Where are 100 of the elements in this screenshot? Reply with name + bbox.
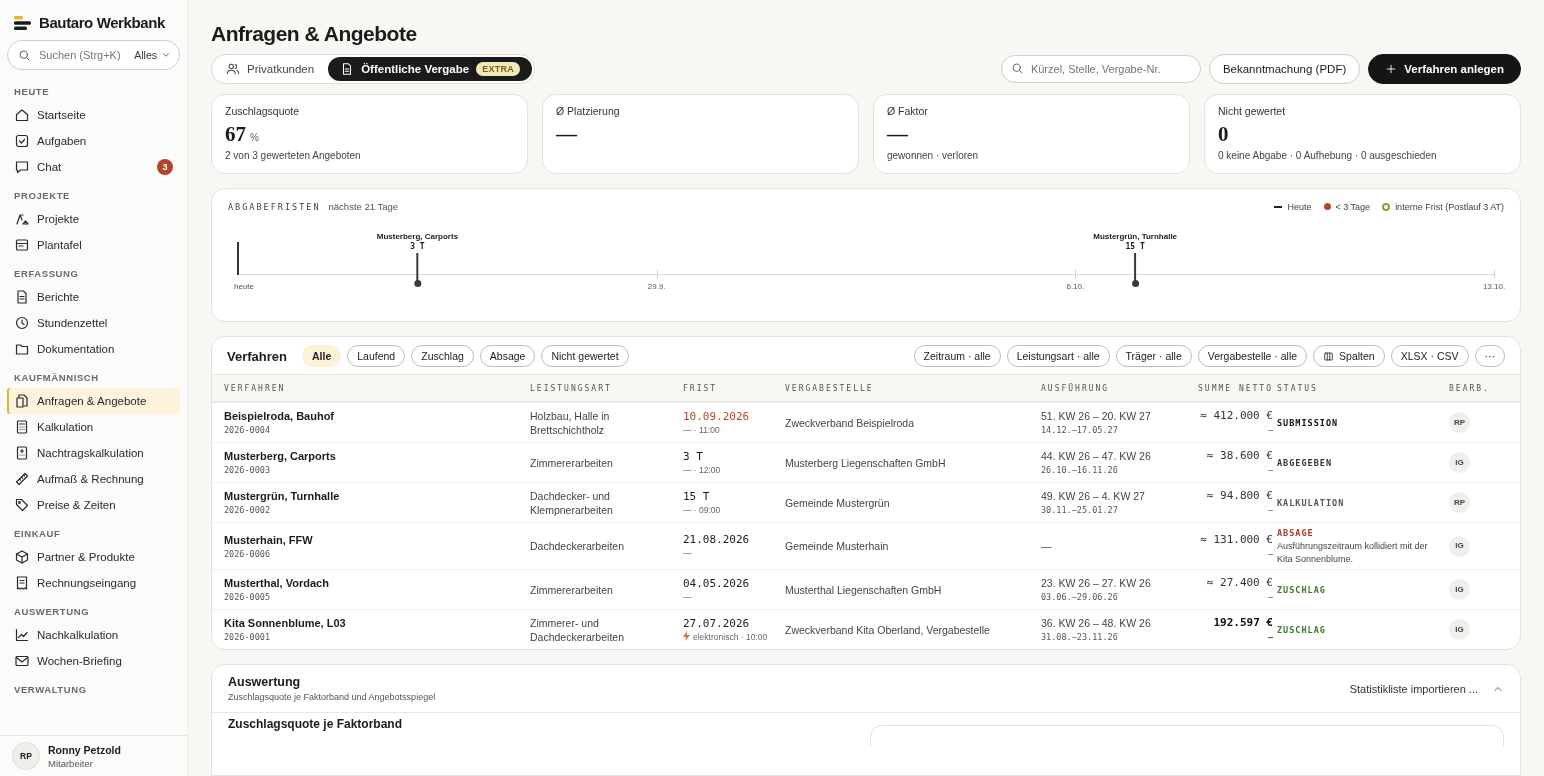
deadline-time: — [683, 590, 692, 603]
extra-badge: EXTRA [476, 62, 521, 76]
toolbar-chip[interactable]: Leistungsart · alle [1006, 345, 1110, 367]
deadline-date: 15 T [683, 489, 711, 504]
toolbar-chip[interactable]: Zeitraum · alle [913, 345, 1001, 367]
clock-icon [14, 315, 30, 331]
nav-item[interactable]: Plantafel [7, 232, 180, 258]
nav-item[interactable]: Nachkalkulation [7, 622, 180, 648]
filter-chip[interactable]: Nicht gewertet [541, 345, 629, 367]
net-sum-note: — [1266, 464, 1273, 476]
execution-weeks: 44. KW 26 – 47. KW 26 [1041, 449, 1152, 463]
service-type: Holzbau, Halle in Brettschichtholz [530, 408, 611, 437]
filter-chip[interactable]: Laufend [347, 345, 406, 367]
deadline-time: — · 09:00 [683, 503, 721, 516]
nav-item[interactable]: Wochen-Briefing [7, 648, 180, 674]
today-line [237, 242, 239, 275]
nav-item[interactable]: Berichte [7, 284, 180, 310]
column-header: VERGABESTELLE [785, 383, 875, 393]
procedure-code: 2026-0006 [224, 547, 272, 560]
notice-pdf-button[interactable]: Bekanntmachung (PDF) [1208, 54, 1361, 84]
axis-label: heute [234, 282, 255, 291]
awarding-authority: Gemeinde Musterhain [785, 539, 890, 553]
status-label: SUBMISSION [1277, 416, 1340, 430]
nav-item[interactable]: Stundenzettel [7, 310, 180, 336]
kpi-label: Zuschlagsquote [225, 105, 301, 117]
sidebar-search-field[interactable]: Suchen (Strg+K) Alles [7, 40, 180, 70]
net-sum-note: — [1266, 424, 1273, 436]
column-header: FRIST [683, 383, 719, 393]
procedure-name: Beispielroda, Bauhof [224, 409, 336, 423]
execution-weeks: 49. KW 26 – 4. KW 27 [1041, 489, 1146, 503]
nav-item[interactable]: Nachtragskalkulation [7, 440, 180, 466]
nav-item[interactable]: Aufmaß & Rechnung [7, 466, 180, 492]
toolbar-chip[interactable]: Träger · alle [1115, 345, 1192, 367]
search-field[interactable]: Kürzel, Stelle, Vergabe-Nr. [1000, 55, 1201, 83]
envelope-icon [14, 653, 30, 669]
columns-icon [1323, 350, 1335, 362]
scope-dropdown[interactable]: Alles [134, 49, 171, 61]
column-header: VERFAHREN [224, 383, 287, 393]
axis-label: 29.9. [647, 282, 666, 291]
user-avatar[interactable]: RP [12, 742, 40, 770]
editor-avatar: IG [1449, 535, 1470, 557]
nav-item[interactable]: Kalkulation [7, 414, 180, 440]
service-type: Dachdeckerarbeiten [530, 539, 625, 553]
service-type: Dachdecker- und Klempnerarbeiten [530, 488, 614, 517]
nav-item[interactable]: Startseite [7, 102, 180, 128]
legend-item: interne Frist (Postlauf 3 AT) [1382, 201, 1504, 212]
toolbar-chip[interactable]: ··· [1474, 345, 1505, 367]
procedure-name: Mustergrün, Turnhalle [224, 489, 341, 503]
procedure-code: 2026-0001 [224, 631, 272, 643]
procedure-name: Kita Sonnenblume, L03 [224, 616, 347, 630]
nav-item[interactable]: Chat 3 [7, 154, 180, 180]
deadline-date: 04.05.2026 [683, 576, 751, 591]
deadline-time: — · 11:00 [683, 423, 720, 436]
net-sum-note: — [1266, 504, 1273, 516]
nav-section-label: HEUTE [13, 85, 51, 99]
columns-button[interactable]: Spalten [1313, 345, 1385, 367]
toolbar-chip[interactable]: XLSX · CSV [1390, 345, 1469, 367]
filter-chip[interactable]: Absage [479, 345, 536, 367]
legend-item: < 3 Tage [1323, 201, 1371, 212]
brand-name: Bautaro Werkbank [39, 14, 165, 31]
procedure-code: 2026-0004 [224, 424, 272, 436]
nav-section-label: EINKAUF [13, 527, 62, 541]
line-chart-icon [14, 627, 30, 643]
nav-item[interactable]: Preise & Zeiten [7, 492, 180, 518]
nav-section-label: ERFASSUNG [13, 267, 80, 281]
filter-chip[interactable]: Zuschlag [411, 345, 474, 367]
kpi-caption: 2 von 3 gewerteten Angeboten [225, 150, 362, 161]
nav-item[interactable]: Partner & Produkte [7, 544, 180, 570]
create-procedure-button[interactable]: Verfahren anlegen [1368, 54, 1521, 84]
nav-item[interactable]: Aufgaben [7, 128, 180, 154]
tab[interactable]: Öffentliche Vergabe EXTRA [328, 57, 533, 81]
timeline-subtitle: nächste 21 Tage [328, 201, 399, 212]
filter-chip[interactable]: Alle [302, 345, 342, 367]
chevron-down-icon [161, 50, 171, 60]
kpi-caption: 0 keine Abgabe · 0 Aufhebung · 0 ausgeschieden [1218, 150, 1438, 161]
ruler-icon [14, 471, 30, 487]
nav-section-label: VERWALTUNG [13, 683, 88, 697]
column-header: STATUS [1277, 383, 1319, 393]
procedure-code: 2026-0005 [224, 591, 272, 603]
awarding-authority: Musterberg Liegenschaften GmbH [785, 455, 947, 470]
nav-item[interactable]: Projekte [7, 206, 180, 232]
nav-item[interactable]: Anfragen & Angebote [7, 388, 180, 414]
search-icon [18, 48, 31, 62]
execution-weeks: 51. KW 26 – 20. KW 27 [1041, 409, 1152, 423]
import-statistics-link[interactable]: Statistikliste importieren ... [1349, 682, 1478, 695]
service-type: Zimmererarbeiten [530, 582, 614, 597]
crane-icon [14, 211, 30, 227]
deadline-time: — [683, 547, 692, 559]
deadline-date: 21.08.2026 [683, 533, 751, 547]
status-label: KALKULATION [1277, 496, 1346, 510]
editor-avatar: IG [1449, 579, 1470, 600]
execution-weeks: 23. KW 26 – 27. KW 26 [1041, 576, 1152, 590]
column-header: LEISTUNGSART [530, 383, 613, 393]
nav-item[interactable]: Dokumentation [7, 336, 180, 362]
deadline-time: elektronisch · 10:00 [693, 630, 768, 643]
tag-icon [14, 497, 30, 513]
tab[interactable]: Privatkunden [214, 57, 327, 81]
toolbar-chip[interactable]: Vergabestelle · alle [1197, 345, 1308, 367]
nav-item[interactable]: Rechnungseingang [7, 570, 180, 596]
procedure-name: Musterberg, Carports [224, 449, 337, 463]
